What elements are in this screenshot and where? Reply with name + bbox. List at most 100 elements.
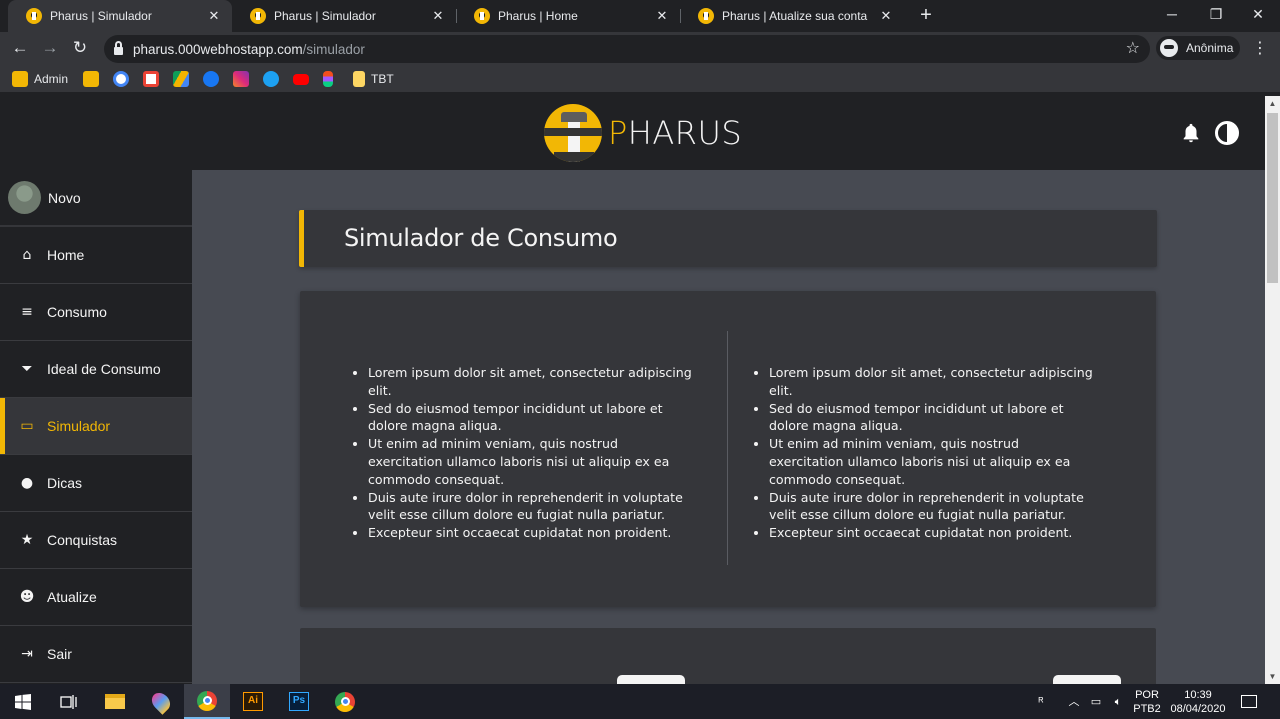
language-indicator[interactable]: POR PTB2: [1130, 684, 1164, 719]
user-profile[interactable]: Novo: [0, 170, 192, 227]
sidebar-item-label: Atualize: [47, 589, 97, 605]
browser-tab[interactable]: Pharus | Simulador ✕: [232, 0, 456, 32]
bookmark-figma[interactable]: [323, 71, 339, 87]
list-item: Ut enim ad minim veniam, quis nostrud ex…: [769, 435, 1096, 488]
bookmark-instagram[interactable]: [233, 71, 255, 87]
chrome-icon: [335, 691, 355, 712]
browser-tab[interactable]: Pharus | Atualize sua conta ✕: [680, 0, 904, 32]
browser-tab-strip: Pharus | Simulador ✕ Pharus | Simulador …: [0, 0, 1280, 32]
content-column-right: Lorem ipsum dolor sit amet, consectetur …: [751, 364, 1096, 542]
sidebar-item-label: Home: [47, 247, 85, 263]
bookmark-drive[interactable]: [173, 71, 195, 87]
sidebar-item-sair[interactable]: ⇥ Sair: [0, 626, 192, 683]
sign-out-icon: ⇥: [21, 646, 33, 662]
pharus-logo[interactable]: PHARUS: [544, 104, 742, 162]
browser-menu-button[interactable]: ⋮: [1252, 38, 1268, 58]
sidebar-item-dicas[interactable]: ● Dicas: [0, 455, 192, 512]
twitter-icon: [263, 71, 279, 87]
list-item: Duis aute irure dolor in reprehenderit i…: [368, 489, 695, 525]
close-tab-icon[interactable]: ✕: [206, 8, 222, 24]
site-header: PHARUS: [0, 96, 1265, 170]
scrollbar-thumb[interactable]: [1267, 113, 1278, 283]
close-tab-icon[interactable]: ✕: [654, 8, 670, 24]
tab-title: Pharus | Simulador: [50, 9, 152, 23]
network-icon[interactable]: ▭: [1086, 684, 1106, 719]
lightbulb-icon: ●: [20, 475, 34, 491]
notification-center-button[interactable]: [1236, 684, 1262, 719]
restore-button[interactable]: ❐: [1194, 0, 1238, 30]
sidebar-item-conquistas[interactable]: ★ Conquistas: [0, 512, 192, 569]
clock[interactable]: 10:39 08/04/2020: [1166, 684, 1230, 719]
page-title: Simulador de Consumo: [344, 224, 618, 252]
sidebar-item-label: Ideal de Consumo: [47, 361, 161, 377]
instagram-icon: [233, 71, 249, 87]
new-tab-button[interactable]: +: [916, 4, 936, 28]
maps-app-button[interactable]: [138, 684, 184, 719]
sidebar-item-atualize[interactable]: ☻ Atualize: [0, 569, 192, 626]
simulator-control[interactable]: [1053, 675, 1121, 684]
close-tab-icon[interactable]: ✕: [430, 8, 446, 24]
chrome-taskbar-button[interactable]: [322, 684, 368, 719]
browser-tab[interactable]: Pharus | Home ✕: [456, 0, 680, 32]
address-bar[interactable]: pharus.000webhostapp.com/simulador ☆: [104, 35, 1150, 63]
admin-icon: [12, 71, 28, 87]
bookmark-youtube[interactable]: [293, 71, 315, 87]
chevron-up-icon[interactable]: ︿: [1064, 684, 1084, 719]
lighthouse-logo-icon: [544, 104, 602, 162]
bookmark-google[interactable]: [113, 71, 135, 87]
simulator-card: [300, 628, 1156, 684]
pharus-favicon-icon: [474, 8, 490, 24]
list-item: Sed do eiusmod tempor incididunt ut labo…: [769, 400, 1096, 436]
youtube-icon: [293, 73, 309, 85]
sidebar-item-label: Simulador: [47, 418, 111, 434]
minimize-button[interactable]: ─: [1150, 0, 1194, 30]
volume-icon[interactable]: 🔈︎: [1108, 684, 1128, 719]
tab-title: Pharus | Simulador: [274, 9, 376, 23]
close-tab-icon[interactable]: ✕: [878, 8, 894, 24]
contrast-toggle-icon[interactable]: [1215, 121, 1239, 145]
tab-title: Pharus | Atualize sua conta: [722, 9, 868, 23]
profile-name: Novo: [48, 189, 81, 206]
bookmark-gmail[interactable]: [143, 71, 165, 87]
back-button[interactable]: ←: [8, 37, 32, 61]
simulator-control[interactable]: [617, 675, 685, 684]
start-button[interactable]: [0, 684, 46, 719]
photoshop-button[interactable]: Ps: [276, 684, 322, 719]
reload-button[interactable]: ↻: [68, 37, 92, 61]
avatar: [8, 181, 41, 214]
folder-icon: [83, 71, 99, 87]
incognito-profile-button[interactable]: Anônima: [1156, 36, 1240, 60]
people-icon[interactable]: ᴿ: [1028, 684, 1054, 719]
bookmark-tbt[interactable]: TBT: [353, 71, 394, 87]
page-scrollbar[interactable]: ▲ ▼: [1265, 96, 1280, 684]
scroll-down-icon[interactable]: ▼: [1265, 669, 1280, 684]
list-item: Excepteur sint occaecat cupidatat non pr…: [769, 524, 1096, 542]
brand-name: PHARUS: [608, 114, 743, 152]
browser-tab[interactable]: Pharus | Simulador ✕: [8, 0, 232, 32]
forward-button[interactable]: →: [38, 37, 62, 61]
bookmark-twitter[interactable]: [263, 71, 285, 87]
bookmark-star-icon[interactable]: ☆: [1126, 38, 1140, 58]
sidebar-item-simulador[interactable]: ▭ Simulador: [0, 398, 192, 455]
sidebar-item-consumo[interactable]: ≡ Consumo: [0, 284, 192, 341]
file-explorer-button[interactable]: [92, 684, 138, 719]
bookmark-facebook[interactable]: [203, 71, 225, 87]
scroll-up-icon[interactable]: ▲: [1265, 96, 1280, 111]
incognito-icon: [1160, 39, 1178, 57]
list-item: Lorem ipsum dolor sit amet, consectetur …: [368, 364, 695, 400]
url-text: pharus.000webhostapp.com/simulador: [133, 41, 365, 57]
bookmarks-bar: Admin TBT: [0, 65, 1280, 93]
sidebar-item-home[interactable]: ⌂ Home: [0, 227, 192, 284]
bookmark-admin[interactable]: Admin: [12, 71, 68, 87]
figma-icon: [323, 71, 333, 87]
list-item: Sed do eiusmod tempor incididunt ut labo…: [368, 400, 695, 436]
chrome-taskbar-button[interactable]: [184, 684, 230, 719]
illustrator-button[interactable]: Ai: [230, 684, 276, 719]
bookmark-folder[interactable]: [83, 71, 105, 87]
list-item: Excepteur sint occaecat cupidatat non pr…: [368, 524, 695, 542]
pharus-favicon-icon: [250, 8, 266, 24]
sidebar-item-ideal-de-consumo[interactable]: ⏷ Ideal de Consumo: [0, 341, 192, 398]
close-window-button[interactable]: ✕: [1236, 0, 1280, 30]
task-view-button[interactable]: [46, 684, 92, 719]
bell-icon[interactable]: [1180, 122, 1202, 144]
